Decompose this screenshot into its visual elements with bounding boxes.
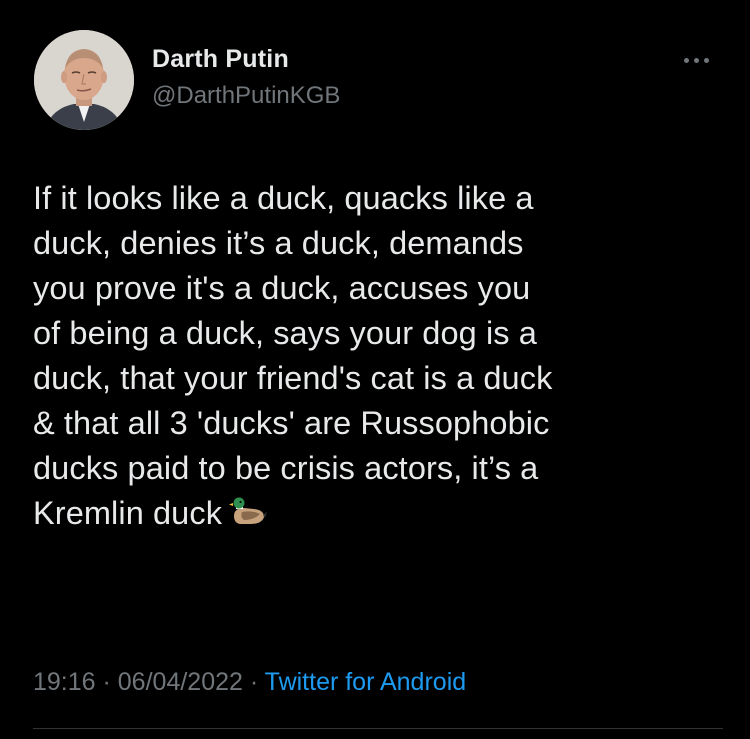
tweet-date[interactable]: 06/04/2022: [118, 668, 243, 696]
avatar[interactable]: [34, 30, 134, 130]
avatar-photo: [34, 30, 134, 130]
author-handle[interactable]: @DarthPutinKGB: [152, 82, 340, 110]
tweet-meta: 19:16 · 06/04/2022 · Twitter for Android: [33, 668, 466, 697]
tweet-time[interactable]: 19:16: [33, 668, 96, 696]
more-horizontal-icon[interactable]: [682, 54, 712, 68]
tweet-source-link[interactable]: Twitter for Android: [265, 668, 466, 696]
dot: [704, 58, 709, 63]
tweet-text: If it looks like a duck, quacks like a d…: [33, 180, 553, 531]
dot: [684, 58, 689, 63]
meta-separator: ·: [242, 668, 265, 696]
tweet-text-container: If it looks like a duck, quacks like a d…: [33, 176, 733, 536]
divider: [33, 728, 723, 729]
tweet: Darth Putin @DarthPutinKGB If it looks l…: [0, 0, 750, 739]
dot: [694, 58, 699, 63]
meta-separator: ·: [95, 668, 118, 696]
duck-emoji: [228, 495, 268, 527]
author-name[interactable]: Darth Putin: [152, 45, 289, 74]
